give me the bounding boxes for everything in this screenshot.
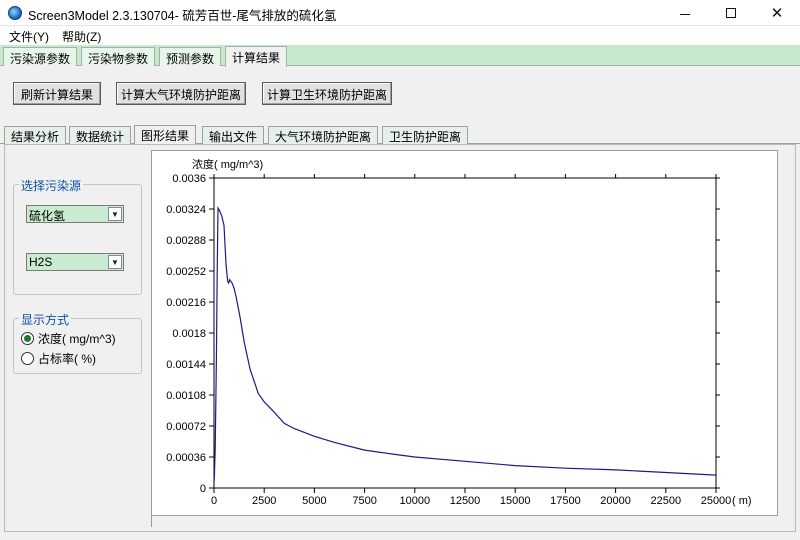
x-tick-label: 10000 xyxy=(400,495,431,507)
radio-button-checked[interactable] xyxy=(21,331,34,345)
tab-health-protection-distance[interactable]: 卫生防护距离 xyxy=(382,126,469,144)
y-tick-label: 0.00252 xyxy=(166,266,206,278)
x-tick-label: 2500 xyxy=(252,495,276,507)
tab-pollutant-params[interactable]: 污染物参数 xyxy=(81,47,156,66)
radio-concentration-label: 浓度( mg/m^3) xyxy=(38,331,116,346)
source-groupbox-legend: 选择污染源 xyxy=(19,177,84,194)
pollutant-select-value: H2S xyxy=(29,255,53,269)
x-tick-label: 12500 xyxy=(450,495,481,507)
window-title: Screen3Model 2.3.130704- 硫芳百世-尾气排放的硫化氢 xyxy=(28,9,337,23)
main-tab-strip: 污染源参数 污染物参数 预测参数 计算结果 xyxy=(0,45,800,67)
app-icon xyxy=(8,6,22,20)
minimize-button[interactable] xyxy=(662,0,708,26)
tab-graph-results[interactable]: 图形结果 xyxy=(134,125,197,145)
chevron-down-icon[interactable]: ▼ xyxy=(108,255,122,269)
menu-help[interactable]: 帮助(Z) xyxy=(62,28,101,45)
minimize-icon xyxy=(680,13,690,15)
y-tick-label: 0 xyxy=(200,483,206,495)
y-tick-label: 0.00324 xyxy=(166,204,206,216)
chart-panel: 0 0.00036 0.00072 0.00108 0.00144 0.0018 0.002… xyxy=(151,150,778,516)
menu-bar: 文件(Y) 帮助(Z) xyxy=(0,26,800,45)
maximize-button[interactable] xyxy=(708,0,754,26)
chart-scroll-area xyxy=(151,516,778,527)
source-select-value: 硫化氢 xyxy=(29,209,66,223)
plot-frame xyxy=(213,177,717,489)
x-tick-label: 17500 xyxy=(550,495,581,507)
tab-results[interactable]: 计算结果 xyxy=(225,46,288,67)
series-line xyxy=(213,206,717,482)
calc-health-protection-distance-button[interactable]: 计算卫生环境防护距离 xyxy=(262,82,392,105)
menu-file[interactable]: 文件(Y) xyxy=(9,28,49,45)
y-tick-label: 0.00288 xyxy=(166,235,206,247)
tab-prediction-params[interactable]: 预测参数 xyxy=(159,47,222,66)
y-tick-label: 0.00036 xyxy=(166,452,206,464)
x-tick-label: 20000 xyxy=(600,495,631,507)
tab-result-analysis[interactable]: 结果分析 xyxy=(4,126,67,144)
x-tick-label: 7500 xyxy=(352,495,376,507)
radio-ratio-label: 占标率( %) xyxy=(38,351,96,366)
chevron-down-icon[interactable]: ▼ xyxy=(108,207,122,221)
concentration-chart: 0 0.00036 0.00072 0.00108 0.00144 0.0018 0.002… xyxy=(166,157,752,507)
calc-air-protection-distance-button[interactable]: 计算大气环境防护距离 xyxy=(116,82,246,105)
y-axis-label: 浓度( mg/m^3) xyxy=(192,157,263,171)
y-tick-label: 0.00108 xyxy=(166,390,206,402)
title-bar: Screen3Model 2.3.130704- 硫芳百世-尾气排放的硫化氢 ✕ xyxy=(0,0,800,26)
x-tick-label: 0 xyxy=(211,495,217,507)
tab-output-file[interactable]: 输出文件 xyxy=(202,126,265,144)
radio-button-unchecked[interactable] xyxy=(21,351,34,365)
y-tick-label: 0.0018 xyxy=(172,328,206,340)
tab-data-statistics[interactable]: 数据统计 xyxy=(69,126,132,144)
tab-air-protection-distance[interactable]: 大气环境防护距离 xyxy=(268,126,379,144)
tab-pollution-source-params[interactable]: 污染源参数 xyxy=(3,47,78,66)
x-tick-label: 22500 xyxy=(651,495,682,507)
source-groupbox: 选择污染源 xyxy=(13,177,142,295)
refresh-results-button[interactable]: 刷新计算结果 xyxy=(13,82,101,105)
x-axis-unit: ( m) xyxy=(732,495,752,507)
x-tick-label: 25000 xyxy=(701,495,732,507)
radio-dot xyxy=(24,334,31,342)
y-tick-label: 0.0036 xyxy=(172,173,206,185)
y-tick-label: 0.00216 xyxy=(166,297,206,309)
sub-tab-strip: 结果分析 数据统计 图形结果 输出文件 大气环境防护距离 卫生防护距离 xyxy=(0,125,800,145)
x-tick-label: 5000 xyxy=(302,495,326,507)
display-mode-legend: 显示方式 xyxy=(19,311,72,328)
x-tick-label: 15000 xyxy=(500,495,531,507)
source-select[interactable]: 硫化氢 ▼ xyxy=(26,205,124,223)
y-tick-label: 0.00144 xyxy=(166,359,206,371)
radio-ratio[interactable]: 占标率( %) xyxy=(21,350,96,366)
radio-concentration[interactable]: 浓度( mg/m^3) xyxy=(21,330,116,346)
close-button[interactable]: ✕ xyxy=(754,0,800,26)
maximize-icon xyxy=(726,8,736,18)
y-tick-label: 0.00072 xyxy=(166,421,206,433)
pollutant-select[interactable]: H2S ▼ xyxy=(26,253,124,271)
close-icon: ✕ xyxy=(770,5,784,22)
